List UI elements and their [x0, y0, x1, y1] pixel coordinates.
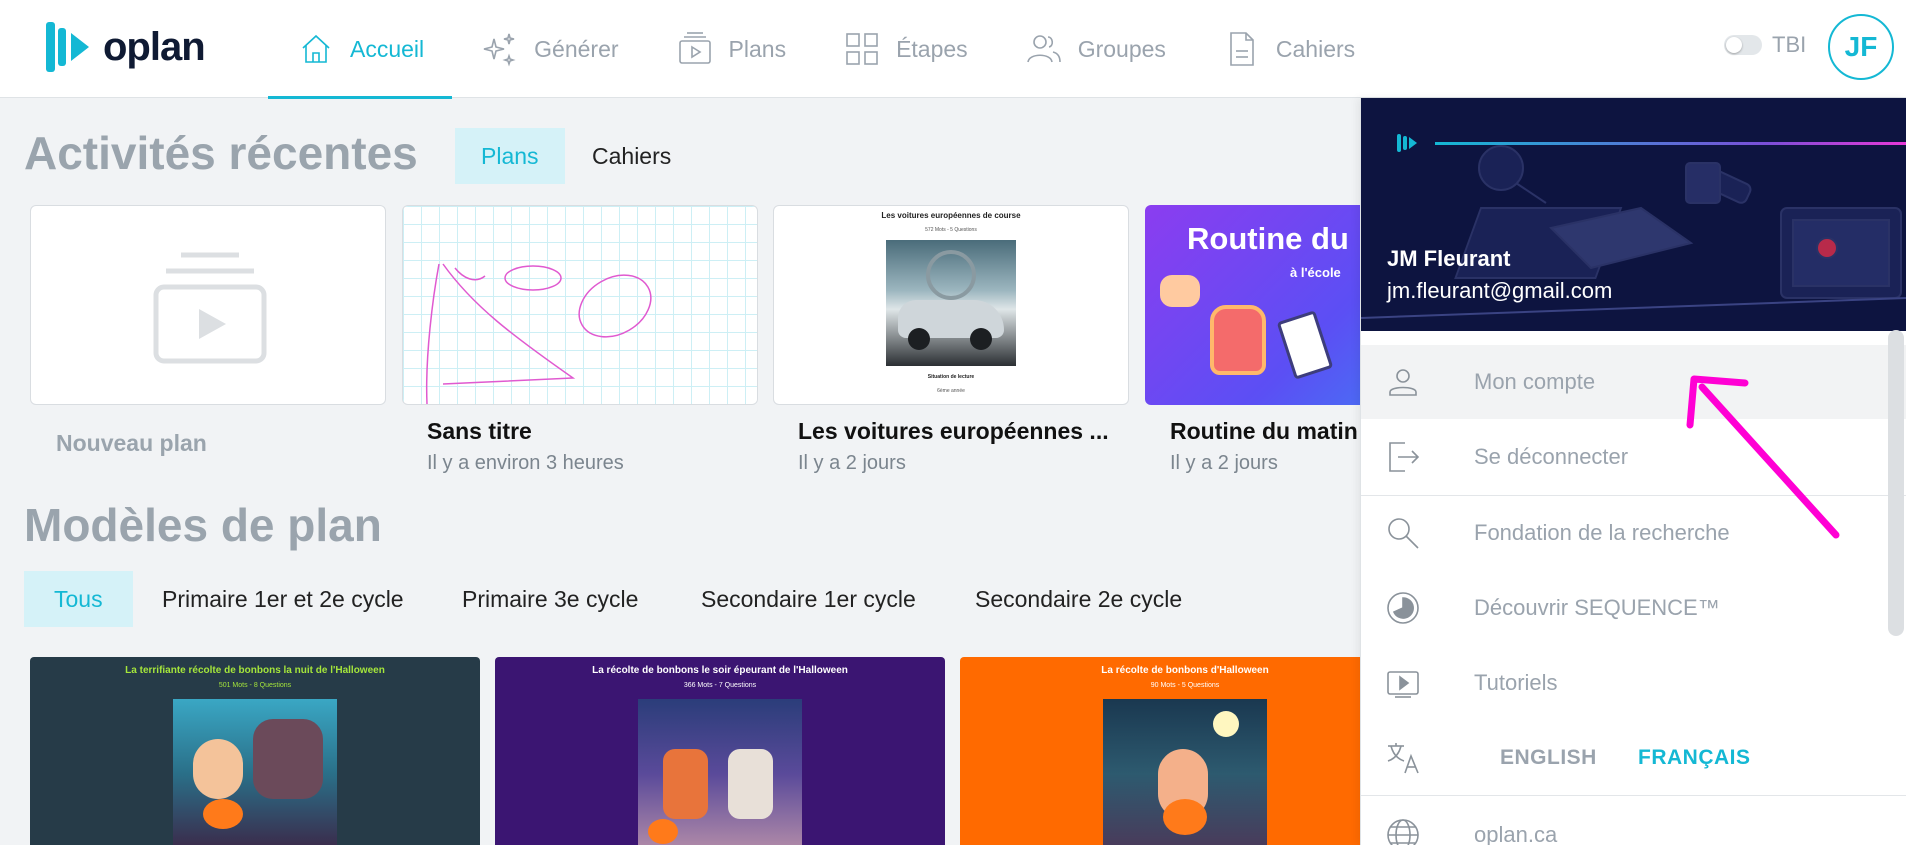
halloween-illustration — [173, 699, 337, 845]
filter-secondaire-2[interactable]: Secondaire 2e cycle — [949, 571, 1208, 627]
halloween-illustration — [1103, 699, 1267, 845]
banner-line — [1435, 142, 1906, 145]
person-icon — [1389, 369, 1417, 396]
nav-label: Groupes — [1077, 35, 1166, 62]
plans-icon — [678, 32, 711, 64]
nav-plans[interactable]: Plans — [647, 0, 815, 98]
language-selector: ENGLISH FRANÇAIS — [1361, 721, 1906, 795]
card-title: Routine du matin — [1170, 418, 1358, 444]
lang-english[interactable]: ENGLISH — [1500, 746, 1597, 770]
user-email: jm.fleurant@gmail.com — [1387, 278, 1613, 303]
card-subtitle: Il y a environ 3 heures — [427, 452, 624, 474]
tbi-toggle[interactable]: TBI — [1724, 32, 1806, 58]
template-card[interactable]: La terrifiante récolte de bonbons la nui… — [30, 657, 480, 845]
template-title: La récolte de bonbons le soir épeurant d… — [592, 665, 848, 676]
menu-tutoriels[interactable]: Tutoriels — [1361, 646, 1906, 720]
panel-scrollbar[interactable] — [1888, 330, 1904, 636]
thumb-caption: Situation de lecture — [927, 374, 975, 380]
menu-decouvrir-sequence[interactable]: Découvrir SEQUENCE™ — [1361, 571, 1906, 645]
account-header-banner: JM Fleurant jm.fleurant@gmail.com — [1361, 98, 1906, 331]
template-card[interactable]: La récolte de bonbons d'Halloween 90 Mot… — [960, 657, 1410, 845]
card-subtitle: Il y a 2 jours — [1170, 452, 1278, 474]
translate-icon — [1387, 743, 1419, 774]
thumb-subtitle: 572 Mots - 5 Questions — [925, 227, 977, 233]
thumb-caption2: 6ème année — [937, 388, 965, 394]
nav-accueil[interactable]: Accueil — [268, 0, 453, 99]
filter-tous[interactable]: Tous — [24, 571, 133, 627]
main-nav: Accueil Générer Plans Étapes Groupes Cah… — [268, 0, 1383, 99]
user-avatar[interactable]: JF — [1828, 14, 1894, 80]
nav-groupes[interactable]: Groupes — [996, 0, 1194, 98]
nav-label: Accueil — [350, 35, 425, 62]
tbi-label: TBI — [1772, 32, 1807, 57]
filter-primaire-1-2[interactable]: Primaire 1er et 2e cycle — [136, 571, 430, 627]
thumb-title: Les voitures européennes de course — [881, 211, 1021, 220]
nav-label: Plans — [728, 35, 787, 62]
search-icon — [1388, 518, 1419, 549]
nav-generer[interactable]: Générer — [452, 0, 646, 98]
user-name: JM Fleurant — [1387, 246, 1511, 271]
menu-oplan-ca[interactable]: oplan.ca — [1361, 798, 1906, 845]
sparkle-icon — [483, 33, 516, 67]
notebook-illustration — [1276, 310, 1334, 380]
menu-label: Se déconnecter — [1474, 444, 1629, 469]
template-subtitle: 366 Mots - 7 Questions — [683, 682, 757, 689]
annotation-arrow-icon — [1686, 375, 1840, 539]
menu-label: Découvrir SEQUENCE™ — [1474, 595, 1720, 620]
top-navigation-bar: oplan Accueil Générer Plans Étapes Group… — [0, 0, 1906, 99]
nav-etapes[interactable]: Étapes — [814, 0, 996, 98]
users-icon — [1026, 35, 1061, 63]
card-title: Sans titre — [427, 418, 532, 444]
thumb-subtitle: à l'école — [1290, 265, 1341, 280]
document-icon — [1230, 32, 1254, 66]
tab-cahiers[interactable]: Cahiers — [566, 128, 697, 184]
template-title: La récolte de bonbons d'Halloween — [1101, 665, 1269, 676]
card-subtitle: Il y a 2 jours — [798, 452, 906, 474]
menu-label: Mon compte — [1474, 369, 1596, 394]
template-subtitle: 90 Mots - 5 Questions — [1150, 682, 1220, 689]
drawing-sketch — [425, 263, 652, 404]
grid-icon — [846, 33, 878, 65]
nav-label: Générer — [534, 35, 619, 62]
toggle-switch[interactable] — [1724, 35, 1762, 55]
recent-card-sans-titre[interactable] — [402, 205, 758, 405]
new-plan-icon — [153, 252, 267, 364]
recent-card-voitures[interactable]: Les voitures européennes de course 572 M… — [773, 205, 1129, 405]
nav-cahiers[interactable]: Cahiers — [1194, 0, 1383, 98]
hands-illustration — [1160, 275, 1200, 307]
tab-plans[interactable]: Plans — [455, 128, 565, 184]
templates-title: Modèles de plan — [24, 499, 382, 551]
home-icon — [302, 34, 330, 63]
globe-icon — [1387, 819, 1419, 845]
recent-activities-title: Activités récentes — [24, 127, 418, 179]
car-image — [886, 240, 1016, 366]
nav-label: Cahiers — [1275, 35, 1356, 62]
backpack-illustration — [1210, 305, 1266, 375]
nav-label: Étapes — [896, 35, 968, 62]
halloween-illustration — [638, 699, 802, 845]
grid-background — [403, 206, 757, 404]
sequence-icon — [1387, 592, 1419, 624]
oplan-logo-icon — [46, 22, 89, 72]
filter-secondaire-1[interactable]: Secondaire 1er cycle — [675, 571, 942, 627]
menu-label: Tutoriels — [1474, 670, 1558, 695]
oplan-logo[interactable]: oplan — [46, 22, 206, 72]
template-subtitle: 501 Mots - 8 Questions — [218, 682, 292, 689]
logo-text: oplan — [103, 24, 206, 69]
new-plan-card[interactable] — [30, 205, 386, 405]
template-title: La terrifiante récolte de bonbons la nui… — [125, 665, 385, 676]
filter-primaire-3[interactable]: Primaire 3e cycle — [436, 571, 664, 627]
oplan-mini-logo — [1397, 134, 1417, 152]
card-title: Nouveau plan — [56, 430, 207, 456]
play-icon — [1387, 671, 1419, 698]
logout-icon — [1389, 442, 1420, 472]
menu-label: oplan.ca — [1474, 822, 1558, 845]
lang-francais[interactable]: FRANÇAIS — [1638, 746, 1751, 770]
template-card[interactable]: La récolte de bonbons le soir épeurant d… — [495, 657, 945, 845]
card-title: Les voitures européennes ... — [798, 418, 1108, 444]
thumb-title: Routine du — [1187, 221, 1349, 256]
divider — [1361, 795, 1906, 796]
